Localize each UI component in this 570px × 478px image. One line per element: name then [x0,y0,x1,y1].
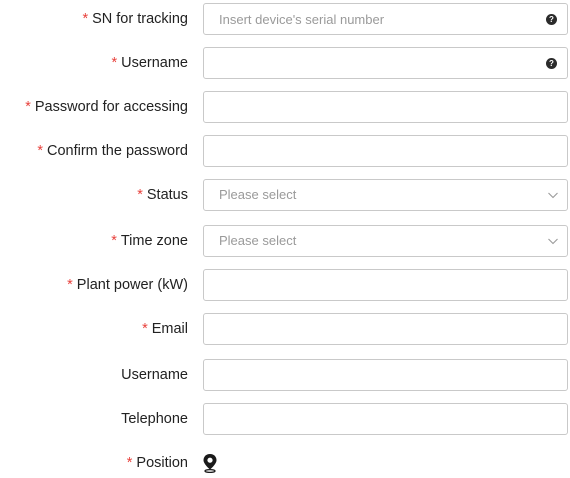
row-contact-username: Username [0,359,570,391]
password-label: * Password for accessing [0,91,188,123]
required-mark: * [111,233,117,249]
password-field[interactable] [203,91,568,123]
sn-label: * SN for tracking [0,3,188,35]
contact-username-field[interactable] [203,359,568,391]
telephone-field[interactable] [203,403,568,435]
plant-power-field[interactable] [203,269,568,301]
email-input[interactable] [204,314,567,344]
plant-power-label: * Plant power (kW) [0,269,188,301]
email-field[interactable] [203,313,568,345]
required-mark: * [142,321,148,337]
email-label: * Email [0,313,188,345]
time-zone-select[interactable]: Please select [203,225,568,257]
telephone-input[interactable] [204,404,567,434]
telephone-label-text: Telephone [121,411,188,427]
device-registration-form: *SN for tracking ? *Username ? *Password… [0,0,570,478]
required-mark: * [126,455,133,471]
question-icon[interactable]: ? [546,14,557,25]
required-mark: * [37,143,43,159]
time-zone-select-value: Please select [219,233,297,248]
sn-input[interactable] [204,4,567,34]
chevron-down-icon[interactable] [547,235,559,247]
contact-username-label: Username [0,359,188,391]
row-confirm-password: * Confirm the password [0,135,570,167]
required-mark: * [111,55,118,71]
sn-field[interactable]: ? [203,3,568,35]
row-time-zone: * Time zone Please select [0,225,570,257]
position-label: * Position [0,447,188,478]
plant-power-input[interactable] [204,270,567,300]
password-input[interactable] [204,92,567,122]
username-label: * Username [0,47,188,79]
question-icon[interactable]: ? [546,58,557,69]
row-status: * Status Please select [0,179,570,211]
contact-username-input[interactable] [204,360,567,390]
required-mark: * [137,187,143,203]
time-zone-label: * Time zone [0,225,188,257]
required-mark: * [25,99,31,115]
map-pin-icon[interactable] [201,453,219,473]
row-password: * Password for accessing [0,91,570,123]
email-label-text: Email [151,321,188,337]
row-plant-power: * Plant power (kW) [0,269,570,301]
status-label-text: Status [146,187,188,203]
row-position: * Position [0,447,570,478]
contact-username-label-text: Username [121,367,188,383]
row-sn: *SN for tracking ? [0,3,570,35]
time-zone-label-text: Time zone [120,233,188,249]
password-label-text: Password for accessing [34,99,188,115]
sn-label-text: SN for tracking [92,11,188,27]
status-select-value: Please select [219,187,297,202]
status-select[interactable]: Please select [203,179,568,211]
confirm-password-input[interactable] [204,136,567,166]
row-telephone: Telephone [0,403,570,435]
username-field[interactable]: ? [203,47,568,79]
required-mark: * [67,277,73,293]
row-email: * Email [0,313,570,345]
confirm-password-label: * Confirm the password [0,135,188,167]
confirm-password-field[interactable] [203,135,568,167]
chevron-down-icon[interactable] [547,189,559,201]
confirm-password-label-text: Confirm the password [46,143,188,159]
row-username: * Username ? [0,47,570,79]
required-mark: * [82,11,89,27]
position-label-text: Position [136,455,188,471]
telephone-label: Telephone [0,403,188,435]
username-input[interactable] [204,48,567,78]
status-label: * Status [0,179,188,211]
plant-power-label-text: Plant power (kW) [76,277,188,293]
username-label-text: Username [121,55,188,71]
